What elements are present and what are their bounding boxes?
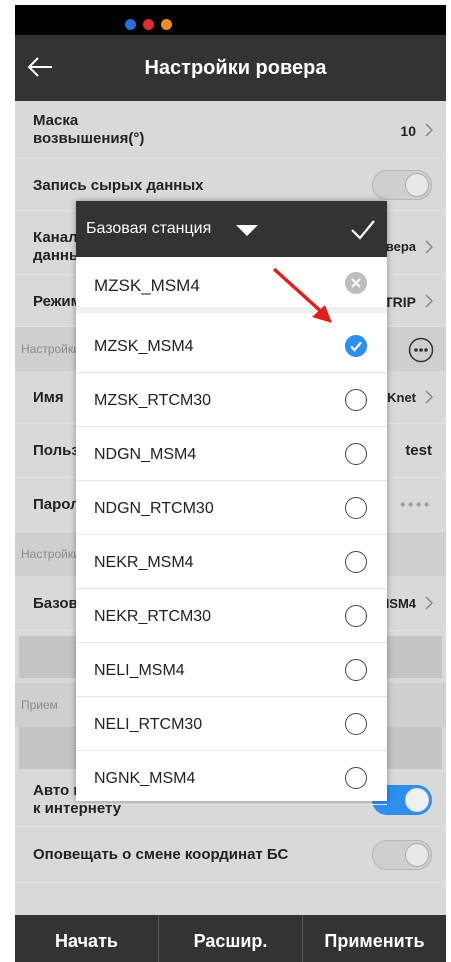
red-arrow-annotation — [272, 267, 332, 323]
chevron-right-icon — [425, 240, 434, 254]
radio-unchecked-icon[interactable] — [345, 497, 367, 519]
phone-screen: Настройки ровера Маска возвышения(°) 10 … — [15, 5, 446, 962]
station-option-label: MZSK_RTCM30 — [94, 392, 212, 409]
base-station-dropdown: Базовая станция MZSK_MSM4 MZSK_MSM4 MZSK_… — [76, 201, 387, 805]
app-notification-icon — [143, 19, 154, 30]
radio-unchecked-icon[interactable] — [345, 443, 367, 465]
triangle-down-icon[interactable] — [236, 225, 258, 236]
station-option-label: NELI_MSM4 — [94, 662, 185, 679]
confirm-check-icon[interactable] — [349, 215, 377, 243]
name-value: Knet — [387, 390, 416, 405]
radio-unchecked-icon[interactable] — [345, 551, 367, 573]
radio-unchecked-icon[interactable] — [345, 713, 367, 735]
station-option[interactable]: NELI_RTCM30 — [76, 697, 387, 751]
raw-data-toggle[interactable] — [372, 170, 432, 200]
start-button[interactable]: Начать — [15, 915, 159, 962]
app-notification-icon — [161, 19, 172, 30]
advanced-button[interactable]: Расшир. — [159, 915, 303, 962]
row-elevation-mask[interactable]: Маска возвышения(°) 10 — [15, 101, 446, 159]
app-header: Настройки ровера — [15, 35, 446, 101]
notify-coords-label: Оповещать о смене координат БС — [33, 846, 289, 863]
mode-label: Режим — [33, 293, 82, 310]
radio-unchecked-icon[interactable] — [345, 605, 367, 627]
clear-icon[interactable] — [345, 272, 367, 294]
station-option-label: MZSK_MSM4 — [94, 338, 194, 355]
bottom-toolbar: Начать Расшир. Применить — [15, 915, 446, 962]
page-title: Настройки ровера — [144, 57, 327, 79]
app-notification-icon — [125, 19, 136, 30]
chevron-right-icon — [425, 596, 434, 610]
chevron-right-icon — [425, 294, 434, 308]
station-option-label: NEKR_MSM4 — [94, 554, 194, 571]
radio-unchecked-icon[interactable] — [345, 389, 367, 411]
station-option-label: NGNK_MSM4 — [94, 770, 196, 787]
elevation-mask-label: Маска возвышения(°) — [33, 112, 145, 147]
station-option[interactable]: MZSK_RTCM30 — [76, 373, 387, 427]
station-option[interactable]: NGNK_MSM4 — [76, 751, 387, 805]
elevation-mask-value: 10 — [400, 123, 416, 139]
station-option-label: NELI_RTCM30 — [94, 716, 203, 733]
chevron-right-icon — [425, 390, 434, 404]
dropdown-header: Базовая станция — [76, 201, 387, 257]
station-option-label: NDGN_MSM4 — [94, 446, 197, 463]
password-value: •••• — [400, 496, 432, 512]
notify-coords-toggle[interactable] — [372, 840, 432, 870]
radio-unchecked-icon[interactable] — [345, 767, 367, 789]
station-option-label: NDGN_RTCM30 — [94, 500, 214, 517]
name-label: Имя — [33, 389, 64, 406]
radio-unchecked-icon[interactable] — [345, 659, 367, 681]
user-value: test — [405, 442, 432, 459]
station-option[interactable]: NEKR_RTCM30 — [76, 589, 387, 643]
apply-button[interactable]: Применить — [303, 915, 446, 962]
raw-data-label: Запись сырых данных — [33, 177, 204, 194]
station-option[interactable]: NDGN_MSM4 — [76, 427, 387, 481]
station-option[interactable]: NDGN_RTCM30 — [76, 481, 387, 535]
dropdown-search[interactable]: MZSK_MSM4 — [76, 257, 387, 313]
more-options-icon[interactable] — [408, 337, 434, 363]
row-notify-coords: Оповещать о смене координат БС — [15, 827, 446, 883]
station-option[interactable]: NEKR_MSM4 — [76, 535, 387, 589]
dropdown-title[interactable]: Базовая станция — [86, 220, 211, 238]
chevron-right-icon — [425, 123, 434, 137]
search-input[interactable]: MZSK_MSM4 — [94, 276, 200, 296]
status-bar — [15, 5, 446, 35]
station-option[interactable]: NELI_MSM4 — [76, 643, 387, 697]
station-option-label: NEKR_RTCM30 — [94, 608, 212, 625]
radio-checked-icon[interactable] — [345, 335, 367, 357]
station-option[interactable]: MZSK_MSM4 — [76, 319, 387, 373]
